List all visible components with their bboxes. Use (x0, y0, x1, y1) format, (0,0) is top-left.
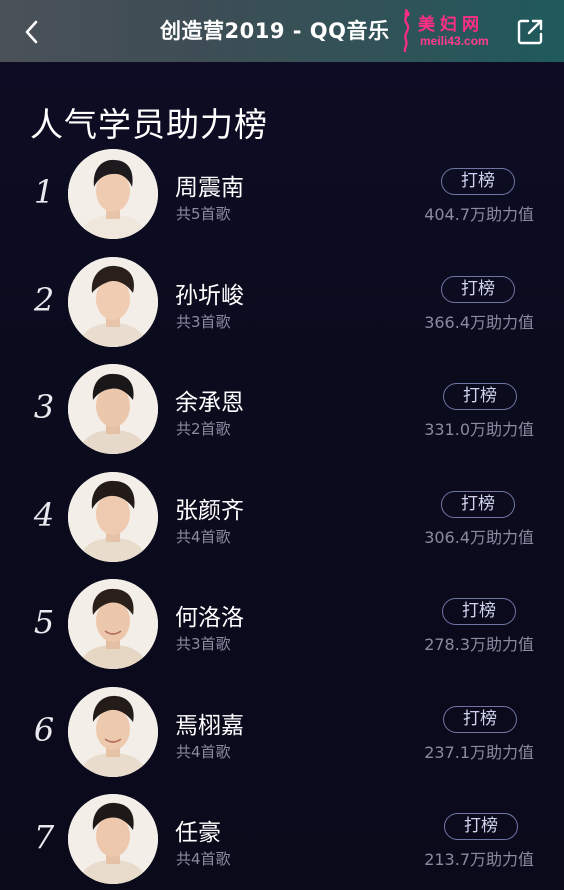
rank-number: 2 (33, 280, 55, 319)
share-external-icon (517, 19, 543, 45)
trainee-name: 张颜齐 (175, 497, 244, 524)
trainee-name: 任豪 (175, 820, 221, 846)
list-item[interactable]: 2 孙圻峻 共3首歌 打榜 366.4万助力值 (0, 249, 564, 357)
avatar[interactable] (68, 256, 158, 347)
list-item[interactable]: 6 焉栩嘉 共4首歌 打榜 237.1万助力值 (0, 679, 564, 787)
list-item[interactable]: 1 周震南 共5首歌 打榜 404.7万助力值 (0, 141, 564, 249)
vote-count: 404.7万助力值 (424, 205, 534, 224)
avatar-portrait (68, 686, 158, 777)
trainee-name: 孙圻峻 (175, 282, 244, 309)
back-button[interactable] (16, 16, 48, 48)
avatar-portrait (68, 256, 158, 347)
rank-number: 4 (33, 495, 55, 534)
list-item[interactable]: 4 张颜齐 共4首歌 打榜 306.4万助力值 (0, 464, 564, 572)
list-item[interactable]: 5 何洛洛 共3首歌 打榜 278.3万助力值 (0, 571, 564, 679)
vote-count: 306.4万助力值 (424, 527, 534, 547)
song-count: 共3首歌 (176, 635, 231, 653)
avatar[interactable] (68, 471, 158, 562)
song-count: 共4首歌 (176, 742, 231, 761)
song-count: 共4首歌 (176, 850, 231, 868)
chevron-left-icon (25, 20, 38, 44)
watermark-text: 美妇网 (418, 15, 484, 35)
share-button[interactable] (514, 16, 546, 48)
trainee-name: 何洛洛 (175, 605, 244, 631)
vote-count: 366.4万助力值 (424, 312, 534, 332)
avatar[interactable] (68, 794, 158, 884)
list-item[interactable]: 7 任豪 共4首歌 打榜 213.7万助力值 (0, 786, 564, 890)
avatar-portrait (68, 579, 158, 669)
vote-count: 213.7万助力值 (424, 850, 534, 869)
trainee-name: 焉栩嘉 (175, 712, 244, 739)
song-count: 共3首歌 (176, 312, 231, 331)
avatar[interactable] (68, 579, 158, 669)
vote-button[interactable]: 打榜 (442, 598, 516, 625)
trainee-name: 余承恩 (175, 390, 244, 416)
rank-number: 1 (33, 173, 55, 211)
page-title: 创造营2019 - QQ音乐 (160, 19, 390, 43)
song-count: 共5首歌 (176, 205, 231, 223)
watermark-url: meili43.com (420, 34, 489, 48)
avatar[interactable] (68, 149, 158, 239)
avatar[interactable] (68, 364, 158, 454)
vote-button[interactable]: 打榜 (441, 490, 515, 518)
rank-number: 3 (33, 388, 55, 426)
vote-button[interactable]: 打榜 (443, 705, 517, 733)
vote-button[interactable]: 打榜 (441, 275, 515, 303)
top-bar: 创造营2019 - QQ音乐 美妇网 meili43.com (0, 0, 564, 62)
vote-count: 237.1万助力值 (424, 742, 534, 762)
trainee-name: 周震南 (175, 175, 244, 201)
avatar-portrait (68, 149, 158, 239)
vote-count: 278.3万助力值 (424, 635, 534, 654)
page: 创造营2019 - QQ音乐 美妇网 meili43.com 人气学员助力榜 1 (0, 0, 564, 890)
watermark: 美妇网 meili43.com (398, 4, 508, 54)
trainee-list: 1 周震南 共5首歌 打榜 404.7万助力值 2 孙圻峻 共3首歌 打榜 36… (0, 141, 564, 890)
section-title: 人气学员助力榜 (30, 105, 268, 144)
vote-count: 331.0万助力值 (424, 420, 534, 439)
avatar-portrait (68, 794, 158, 884)
watermark-logo-icon (403, 8, 410, 52)
avatar-portrait (68, 471, 158, 562)
song-count: 共2首歌 (176, 420, 231, 438)
vote-button[interactable]: 打榜 (443, 383, 517, 410)
vote-button[interactable]: 打榜 (441, 168, 515, 195)
avatar[interactable] (68, 686, 158, 777)
vote-button[interactable]: 打榜 (444, 813, 518, 840)
avatar-portrait (68, 364, 158, 454)
rank-number: 5 (33, 603, 55, 641)
list-item[interactable]: 3 余承恩 共2首歌 打榜 331.0万助力值 (0, 356, 564, 464)
rank-number: 7 (33, 818, 55, 856)
song-count: 共4首歌 (176, 527, 231, 546)
rank-number: 6 (33, 710, 55, 749)
